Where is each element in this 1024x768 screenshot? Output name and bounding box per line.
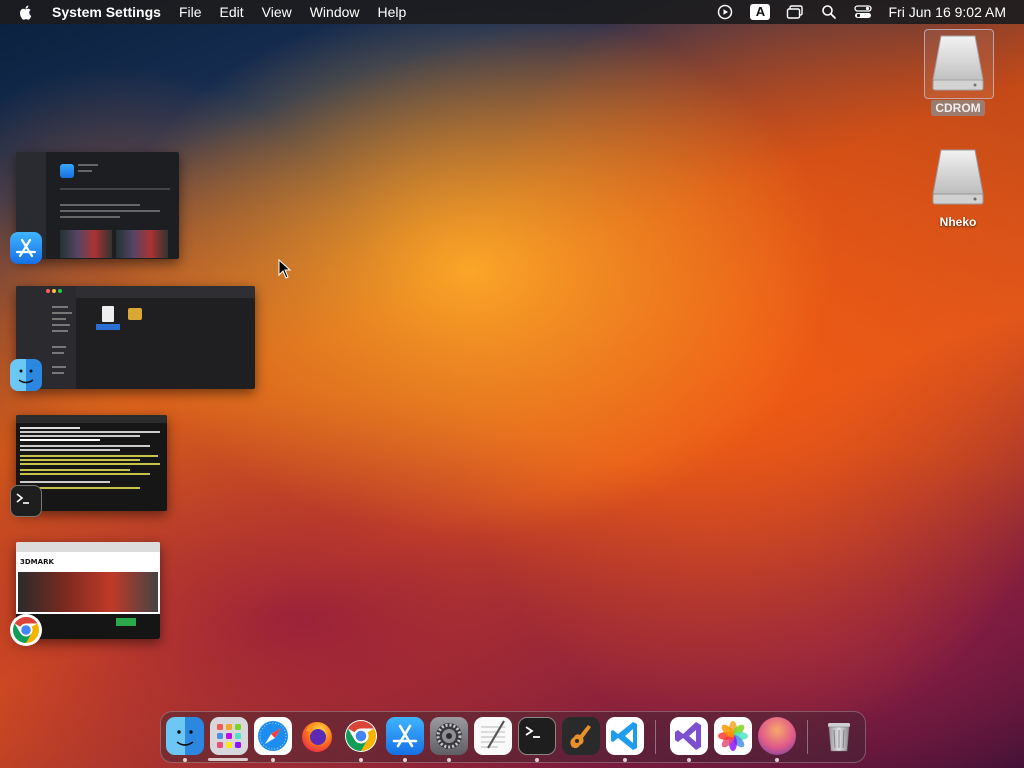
dock-launchpad-icon[interactable]: [210, 717, 248, 755]
menu-edit[interactable]: Edit: [220, 0, 244, 24]
dock-visual-studio-icon[interactable]: [670, 717, 708, 755]
app-store-icon: [10, 232, 42, 264]
running-indicator: [183, 758, 187, 762]
screen-mirroring-icon[interactable]: [786, 3, 804, 21]
apple-menu-icon[interactable]: [18, 4, 34, 20]
menu-view[interactable]: View: [262, 0, 292, 24]
menu-window[interactable]: Window: [310, 0, 360, 24]
terminal-icon: [10, 485, 42, 517]
menu-bar: System Settings File Edit View Window He…: [0, 0, 1024, 24]
dock-scroll-indicator: [208, 758, 248, 761]
menu-bar-status-area: A Fri Jun 16 9:02 AM: [716, 0, 1006, 24]
dock-garageband-icon[interactable]: [562, 717, 600, 755]
desktop-icon-label: CDROM: [931, 100, 985, 116]
dock-ventura-icon[interactable]: [758, 717, 796, 755]
dock-terminal-icon[interactable]: [518, 717, 556, 755]
running-indicator: [271, 758, 275, 762]
chrome-icon: [10, 614, 42, 646]
dock-vscode-icon[interactable]: [606, 717, 644, 755]
dock-chrome-icon[interactable]: [342, 717, 380, 755]
dock-safari-icon[interactable]: [254, 717, 292, 755]
dock-finder-icon[interactable]: [166, 717, 204, 755]
desktop-icon-cdrom[interactable]: CDROM: [918, 29, 998, 117]
spotlight-search-icon[interactable]: [820, 3, 838, 21]
dock-app-store-icon[interactable]: [386, 717, 424, 755]
play-circle-icon[interactable]: [716, 3, 734, 21]
dock-separator: [807, 720, 808, 754]
menu-bar-clock[interactable]: Fri Jun 16 9:02 AM: [888, 4, 1006, 20]
running-indicator: [447, 758, 451, 762]
mouse-cursor-icon: [278, 259, 292, 279]
dock-firefox-icon[interactable]: [298, 717, 336, 755]
desktop-icon-nheko[interactable]: Nheko: [918, 146, 998, 231]
input-source-icon[interactable]: A: [750, 4, 771, 20]
running-indicator: [623, 758, 627, 762]
running-indicator: [687, 758, 691, 762]
finder-icon: [10, 359, 42, 391]
control-center-icon[interactable]: [854, 3, 873, 21]
menu-file[interactable]: File: [179, 0, 202, 24]
dock-system-settings-icon[interactable]: [430, 717, 468, 755]
running-indicator: [535, 758, 539, 762]
window-thumbnail-finder[interactable]: [16, 286, 255, 389]
dock-textedit-icon[interactable]: [474, 717, 512, 755]
desktop-icon-label: Nheko: [939, 215, 977, 229]
drive-icon: [932, 149, 984, 205]
dock-trash-icon[interactable]: [820, 717, 858, 755]
menu-help[interactable]: Help: [378, 0, 407, 24]
dock-separator: [655, 720, 656, 754]
selection-highlight: [924, 29, 994, 99]
page-logo-3dmark: 3DMARK: [20, 558, 54, 566]
dock-photos-icon[interactable]: [714, 717, 752, 755]
running-indicator: [403, 758, 407, 762]
running-indicator: [775, 758, 779, 762]
app-name-menu[interactable]: System Settings: [52, 0, 161, 24]
dock: [160, 711, 866, 763]
running-indicator: [359, 758, 363, 762]
